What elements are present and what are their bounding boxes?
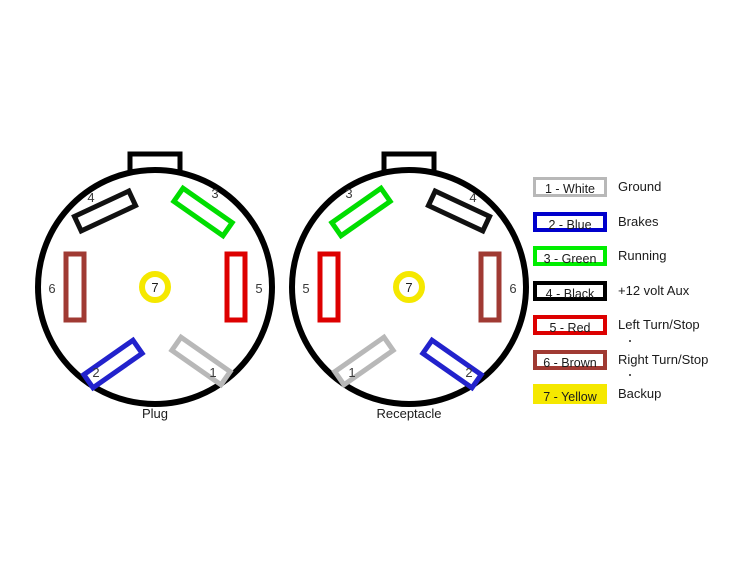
diagram-canvas: 4 3 6 5 2 1 7 Plug 3 4 5 6 1 2 7 Recepta… xyxy=(0,0,756,584)
legend-row-black: 4 - Black +12 volt Aux xyxy=(533,280,753,303)
plug-pin-5 xyxy=(224,251,248,323)
legend-row-white: 1 - White Ground xyxy=(533,177,753,199)
receptacle-connector: 3 4 5 6 1 2 7 Receptacle xyxy=(287,148,531,421)
scan-speck xyxy=(629,340,631,342)
plug-pin-3-label: 3 xyxy=(211,186,218,201)
legend-desc-black: +12 volt Aux xyxy=(618,282,690,298)
plug-pin-7: 7 xyxy=(139,271,171,303)
legend-chip-green: 3 - Green xyxy=(533,246,607,266)
receptacle-pin-7-label: 7 xyxy=(405,280,412,295)
plug-pin-4-label: 4 xyxy=(87,190,94,205)
legend-row-yellow: 7 - Yellow Backup xyxy=(533,384,753,406)
plug-pin-2-label: 2 xyxy=(92,365,99,380)
legend-row-red: 5 - Red Left Turn/Stop xyxy=(533,315,753,337)
legend-row-blue: 2 - Blue Brakes xyxy=(533,211,753,234)
plug-pin-6 xyxy=(63,251,87,323)
legend-chip-yellow: 7 - Yellow xyxy=(533,384,607,404)
plug-connector-drawing: 4 3 6 5 2 1 7 xyxy=(35,151,275,407)
wire-color-legend: 1 - White Ground 2 - Blue Brakes 3 - Gre… xyxy=(533,172,753,412)
receptacle-pin-2-label: 2 xyxy=(465,365,472,380)
receptacle-pin-5 xyxy=(317,251,341,323)
receptacle-pin-6 xyxy=(478,251,502,323)
plug-caption: Plug xyxy=(141,406,169,421)
legend-chip-blue: 2 - Blue xyxy=(533,211,607,232)
legend-desc-blue: Brakes xyxy=(618,213,659,229)
plug-pin-5-label: 5 xyxy=(255,281,262,296)
legend-desc-red: Left Turn/Stop xyxy=(618,317,700,332)
legend-chip-black: 4 - Black xyxy=(533,280,607,301)
legend-desc-white: Ground xyxy=(618,179,662,194)
plug-pin-6-label: 6 xyxy=(48,281,55,296)
legend-row-brown: 6 - Brown Right Turn/Stop xyxy=(533,349,753,372)
receptacle-pin-3-label: 3 xyxy=(345,186,352,201)
receptacle-pin-4-label: 4 xyxy=(469,190,476,205)
receptacle-pin-1-label: 1 xyxy=(348,365,355,380)
receptacle-pin-6-label: 6 xyxy=(509,281,516,296)
plug-pin-1-label: 1 xyxy=(209,365,216,380)
plug-connector: 4 3 6 5 2 1 7 Plug xyxy=(33,148,277,421)
legend-chip-white: 1 - White xyxy=(533,177,607,197)
plug-pin-7-label: 7 xyxy=(151,280,158,295)
receptacle-connector-drawing: 3 4 5 6 1 2 7 xyxy=(289,151,529,407)
receptacle-pin-7: 7 xyxy=(393,271,425,303)
legend-chip-red: 5 - Red xyxy=(533,315,607,335)
receptacle-caption: Receptacle xyxy=(376,406,442,421)
legend-desc-brown: Right Turn/Stop xyxy=(618,351,709,367)
legend-desc-yellow: Backup xyxy=(618,386,662,401)
receptacle-pin-5-label: 5 xyxy=(302,281,309,296)
legend-chip-brown: 6 - Brown xyxy=(533,349,607,370)
legend-desc-green: Running xyxy=(618,248,667,263)
legend-row-green: 3 - Green Running xyxy=(533,246,753,268)
scan-speck xyxy=(629,374,631,376)
